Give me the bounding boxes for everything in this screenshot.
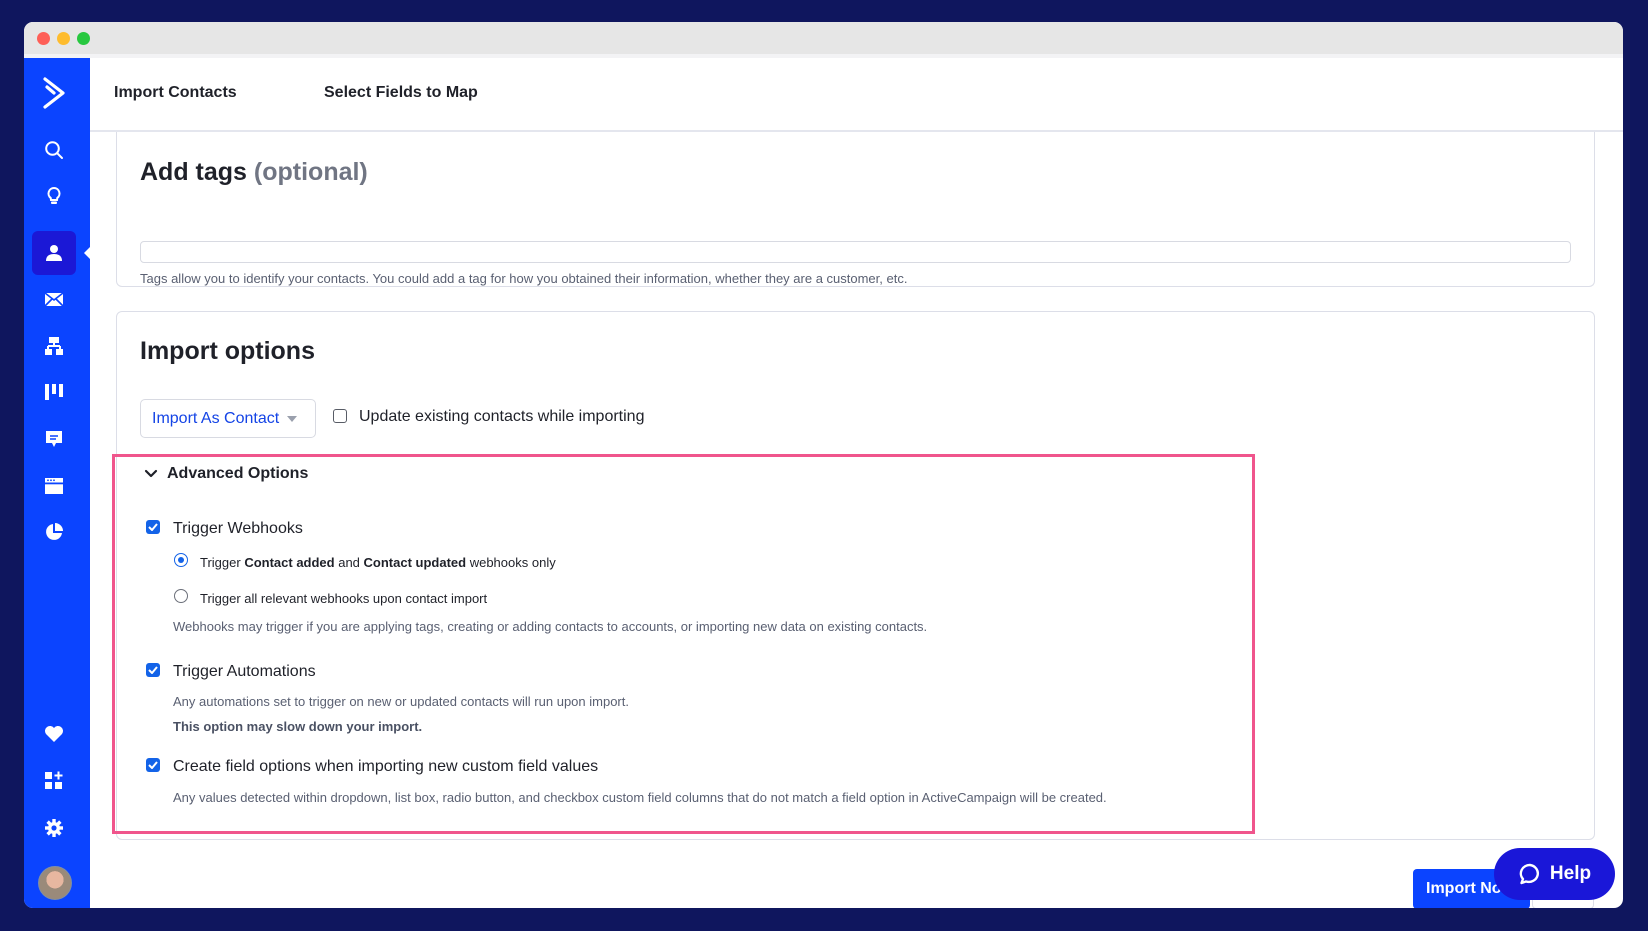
webhooks-option-added-updated-radio[interactable]: [174, 553, 188, 567]
help-button[interactable]: Help: [1494, 848, 1615, 900]
webhooks-option-all-relevant-radio[interactable]: [174, 589, 188, 603]
website-icon[interactable]: [32, 464, 76, 508]
optional-label: (optional): [253, 158, 368, 186]
add-tags-heading: Add tags (optional): [140, 158, 368, 187]
trigger-webhooks-label: Trigger Webhooks: [173, 520, 303, 537]
page-header: Import Contacts Select Fields to Map: [90, 58, 1623, 132]
caret-down-icon: [287, 415, 298, 422]
trigger-automations-checkbox[interactable]: [146, 663, 160, 677]
chevron-down-icon[interactable]: [144, 469, 158, 479]
title-bar: [24, 22, 1623, 58]
reports-icon[interactable]: [32, 510, 76, 554]
close-window-button[interactable]: [37, 32, 50, 45]
conversations-icon[interactable]: [32, 417, 76, 461]
checkmark-icon: [148, 523, 158, 531]
automations-warning-text: This option may slow down your import.: [173, 719, 423, 734]
activecampaign-logo-icon[interactable]: [32, 71, 76, 115]
tags-input[interactable]: [140, 241, 1571, 263]
search-icon[interactable]: [32, 128, 76, 172]
create-field-options-help-text: Any values detected within dropdown, lis…: [173, 790, 1107, 805]
advanced-options-toggle[interactable]: Advanced Options: [167, 465, 308, 483]
add-tags-card: Add tags (optional) Tags allow you to id…: [116, 132, 1595, 287]
gear-icon[interactable]: [32, 806, 76, 850]
import-as-dropdown[interactable]: Import As Contact: [140, 399, 316, 438]
tags-help-text: Tags allow you to identify your contacts…: [140, 271, 908, 286]
help-label: Help: [1549, 863, 1592, 884]
update-existing-checkbox[interactable]: [333, 409, 347, 423]
tab-import-contacts[interactable]: Import Contacts: [114, 84, 237, 102]
pipeline-icon[interactable]: [32, 370, 76, 414]
lightbulb-icon[interactable]: [32, 174, 76, 218]
checkmark-icon: [148, 666, 158, 674]
automations-help-text: Any automations set to trigger on new or…: [173, 694, 629, 709]
webhooks-option-all-relevant-label: Trigger all relevant webhooks upon conta…: [200, 591, 488, 606]
automation-icon[interactable]: [32, 324, 76, 368]
minimize-window-button[interactable]: [57, 32, 70, 45]
maximize-window-button[interactable]: [77, 32, 90, 45]
sidebar: [24, 58, 91, 908]
trigger-webhooks-checkbox[interactable]: [146, 520, 160, 534]
app-window: Import Contacts Select Fields to Map Add…: [24, 22, 1623, 908]
chat-bubble-icon: [1519, 863, 1539, 885]
webhooks-option-added-updated-label: Trigger Contact added and Contact update…: [200, 555, 556, 570]
create-field-options-label: Create field options when importing new …: [173, 758, 599, 775]
email-icon[interactable]: [32, 277, 76, 321]
import-options-card: Import options Import As Contact Update …: [116, 311, 1595, 840]
import-as-value: Import As Contact: [152, 409, 280, 427]
import-options-heading: Import options: [140, 337, 315, 365]
active-item-pointer: [84, 246, 91, 260]
avatar[interactable]: [38, 866, 72, 900]
trigger-automations-label: Trigger Automations: [173, 663, 316, 680]
apps-add-icon[interactable]: [32, 759, 76, 803]
update-existing-label: Update existing contacts while importing: [359, 408, 645, 425]
checkmark-icon: [148, 761, 158, 769]
heart-icon[interactable]: [32, 712, 76, 756]
contacts-icon[interactable]: [32, 231, 76, 275]
create-field-options-checkbox[interactable]: [146, 758, 160, 772]
add-tags-title: Add tags: [140, 158, 247, 186]
webhooks-help-text: Webhooks may trigger if you are applying…: [173, 619, 928, 634]
tab-select-fields-to-map[interactable]: Select Fields to Map: [324, 84, 478, 102]
